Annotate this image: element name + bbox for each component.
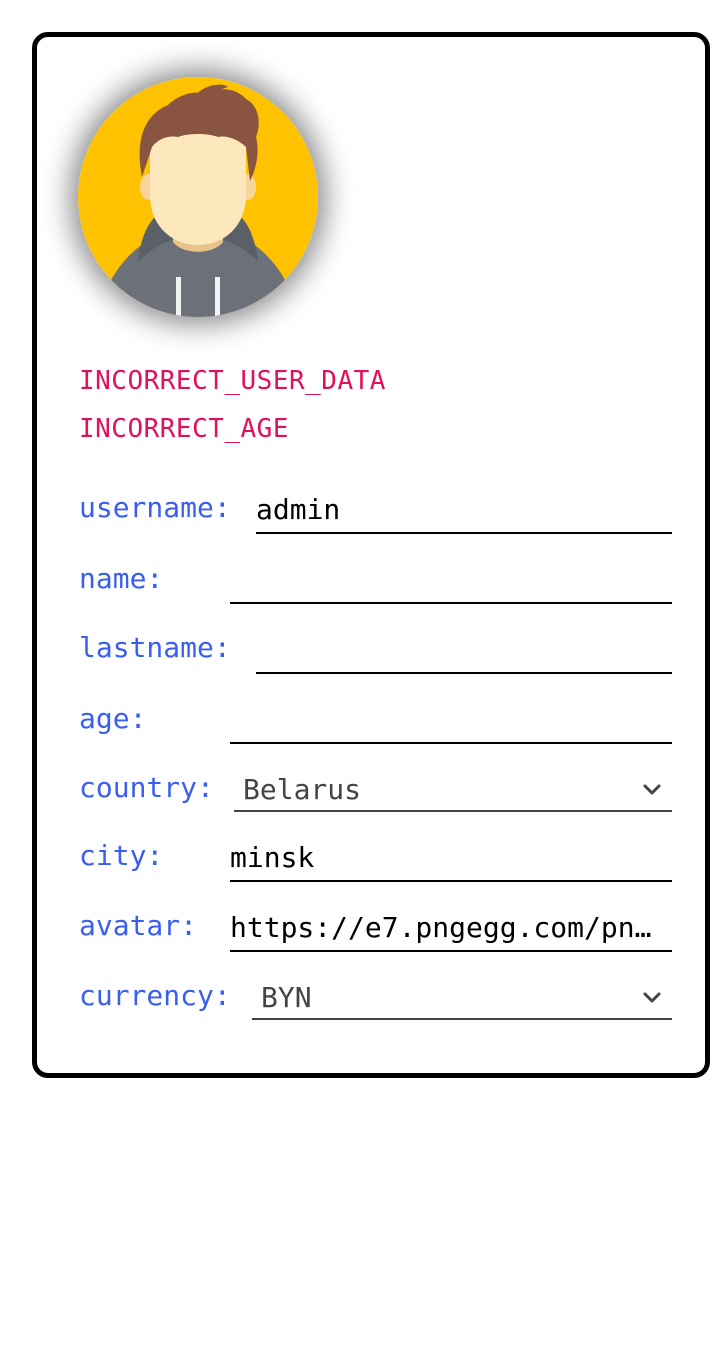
error-message-age: INCORRECT_AGE [79, 414, 289, 444]
country-selected-value: Belarus [243, 773, 362, 806]
avatar-url-field[interactable]: https://e7.pngegg.com/pn… [230, 912, 672, 952]
age-label: age: [79, 702, 147, 735]
age-field[interactable] [230, 704, 672, 744]
lastname-field[interactable] [256, 634, 672, 674]
name-field[interactable] [230, 564, 672, 604]
name-label: name: [79, 562, 164, 595]
username-field[interactable]: admin [256, 494, 672, 534]
username-label: username: [79, 491, 231, 524]
currency-select[interactable]: BYN [252, 980, 672, 1020]
avatar-url-value: https://e7.pngegg.com/pn… [230, 912, 652, 944]
lastname-label: lastname: [79, 631, 231, 664]
avatar-label: avatar: [79, 909, 198, 942]
country-label: country: [79, 771, 214, 804]
city-value: minsk [230, 842, 315, 874]
city-field[interactable]: minsk [230, 842, 672, 882]
currency-label: currency: [79, 979, 231, 1012]
country-select[interactable]: Belarus [234, 772, 672, 812]
currency-selected-value: BYN [261, 981, 312, 1014]
city-label: city: [79, 839, 164, 872]
username-value: admin [256, 494, 341, 526]
chevron-down-icon [643, 784, 661, 795]
error-message-user-data: INCORRECT_USER_DATA [79, 366, 386, 396]
user-avatar-icon [78, 77, 318, 317]
chevron-down-icon [643, 992, 661, 1003]
